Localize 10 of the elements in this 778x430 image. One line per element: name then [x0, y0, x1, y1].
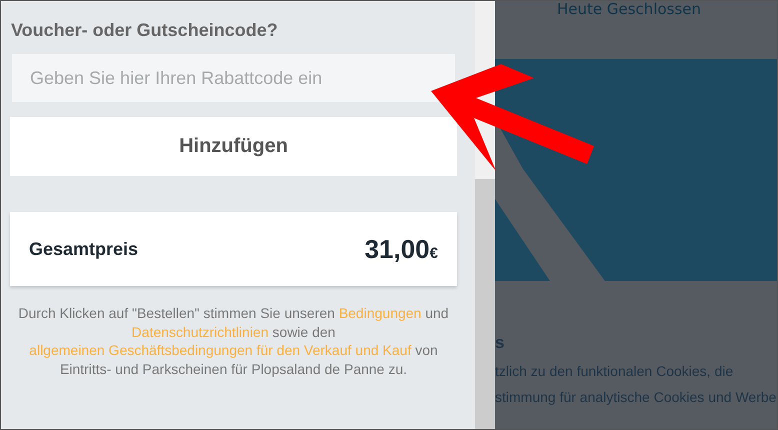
terms-link[interactable]: allgemeinen Geschäftsbedingungen für den Verkauf und Kauf [29, 342, 412, 358]
terms-link[interactable]: Bedingungen [338, 305, 422, 321]
opening-status: Heute Geschlossen [556, 1, 702, 20]
terms-notice: Durch Klicken auf "Bestellen" stimmen Sie unseren Bedingungen und Datenschutzrichtlinien sowie den allgemeinen Geschäftsbedingungen für den Verkauf und Kauf von Eintritts- und Parkscheinen für Plopsaland de Panne zu. [17, 304, 450, 378]
voucher-code-field[interactable]: Geben Sie hier Ihren Rabattcode ein [12, 54, 455, 102]
terms-link[interactable]: Datenschutzrichtlinien [132, 324, 269, 340]
total-label: Gesamtpreis [29, 238, 138, 260]
add-button[interactable]: Hinzufügen [10, 117, 457, 176]
voucher-heading: Voucher- oder Gutscheincode? [11, 20, 279, 41]
total-price: 31,00€ [364, 234, 438, 264]
